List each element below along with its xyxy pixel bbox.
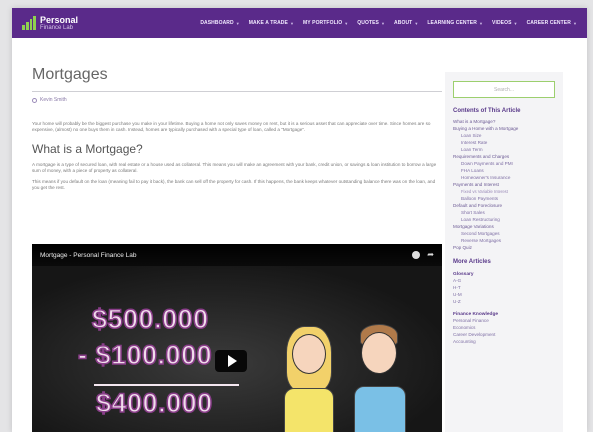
- video-amount-3: $400.000: [95, 387, 213, 419]
- user-icon: [32, 97, 37, 103]
- video-player[interactable]: $500.000 - $100.000 $400.000 Mortgage - …: [32, 244, 442, 432]
- toc-link[interactable]: Second Mortgages: [453, 230, 555, 237]
- page-title: Mortgages: [32, 66, 108, 83]
- logo-text-line1: Personal: [40, 14, 79, 25]
- toc-link[interactable]: Balloon Payments: [453, 195, 555, 202]
- toc-link[interactable]: Loan Restructuring: [453, 216, 555, 223]
- glossary-link[interactable]: H-T: [453, 284, 555, 291]
- chevron-down-icon: ▼: [380, 20, 386, 26]
- play-icon: [227, 355, 237, 367]
- browser-page: Personal Finance Lab DASHBOARD ▼ MAKE A T…: [12, 8, 587, 432]
- video-amount-1: $500.000: [91, 303, 209, 335]
- top-navigation-bar: Personal Finance Lab DASHBOARD ▼ MAKE A T…: [12, 8, 587, 38]
- share-icon[interactable]: ➦: [427, 251, 434, 259]
- nav-make-a-trade[interactable]: MAKE A TRADE ▼: [249, 20, 294, 26]
- toc-link[interactable]: Buying a Home with a Mortgage: [453, 125, 555, 132]
- toc-link[interactable]: Reverse Mortgages: [453, 237, 555, 244]
- finance-list: Personal Finance Economics Career Developm…: [453, 317, 555, 345]
- toc-link[interactable]: Homeowner's Insurance: [453, 174, 555, 181]
- chevron-down-icon: ▼: [478, 20, 484, 26]
- glossary-link[interactable]: A-G: [453, 277, 555, 284]
- toc-link[interactable]: Requirements and Charges: [453, 153, 555, 160]
- paragraph-default: This means if you default on the loan (m…: [32, 178, 436, 191]
- toc-link[interactable]: Interest Rate: [453, 139, 555, 146]
- nav-about[interactable]: ABOUT ▼: [394, 20, 418, 26]
- article-main: Mortgages Kevin Smith Your home will pro…: [32, 66, 442, 432]
- chevron-down-icon: ▼: [289, 20, 295, 26]
- section-heading: What is a Mortgage?: [32, 141, 143, 156]
- nav-my-portfolio[interactable]: MY PORTFOLIO ▼: [303, 20, 348, 26]
- finance-link[interactable]: Accounting: [453, 338, 555, 345]
- toc-heading: Contents of This Article: [453, 108, 521, 114]
- toc-link[interactable]: FHA Loans: [453, 167, 555, 174]
- man-illustration: [350, 324, 410, 432]
- nav-videos[interactable]: VIDEOS ▼: [492, 20, 518, 26]
- more-articles-heading: More Articles: [453, 259, 491, 265]
- woman-illustration: [280, 326, 340, 432]
- toc-link[interactable]: Loan Size: [453, 132, 555, 139]
- title-divider: [32, 91, 442, 92]
- toc-list: What is a Mortgage? Buying a Home with a …: [453, 118, 555, 251]
- chevron-down-icon: ▼: [235, 20, 240, 26]
- paragraph-definition: A mortgage is a type of secured loan, wi…: [32, 161, 437, 174]
- play-button[interactable]: [215, 350, 247, 372]
- toc-link[interactable]: Mortgage Variations: [453, 223, 555, 230]
- logo-text-line2: Finance Lab: [40, 24, 74, 31]
- toc-link[interactable]: Payments and Interest: [453, 181, 555, 188]
- chevron-down-icon: ▼: [344, 20, 349, 26]
- intro-paragraph: Your home will probably be the biggest p…: [32, 121, 431, 133]
- chevron-down-icon: ▼: [414, 20, 419, 26]
- glossary-list: A-G H-T U-M U-Z: [453, 277, 555, 305]
- toc-link[interactable]: Default and Foreclosure: [453, 202, 555, 209]
- toc-link[interactable]: Loan Term: [453, 146, 555, 153]
- main-nav: DASHBOARD ▼ MAKE A TRADE ▼ MY PORTFOLIO ▼ Q…: [200, 20, 577, 26]
- site-logo[interactable]: Personal Finance Lab: [22, 14, 172, 31]
- toc-link[interactable]: What is a Mortgage?: [453, 118, 555, 125]
- nav-learning-center[interactable]: LEARNING CENTER ▼: [427, 20, 483, 26]
- author-byline[interactable]: Kevin Smith: [32, 97, 442, 103]
- video-sum-line: [94, 384, 239, 386]
- nav-career-center[interactable]: CAREER CENTER ▼: [527, 20, 577, 26]
- video-amount-2: - $100.000: [77, 339, 213, 371]
- glossary-link[interactable]: U-M: [453, 291, 555, 298]
- watch-later-icon[interactable]: [412, 251, 421, 259]
- video-header: Mortgage - Personal Finance Lab ➦: [32, 244, 442, 266]
- toc-link[interactable]: Pop Quiz: [453, 244, 555, 251]
- chevron-down-icon: ▼: [572, 20, 577, 26]
- sidebar: Search... Contents of This Article What …: [445, 72, 563, 432]
- video-frame: $500.000 - $100.000 $400.000: [32, 266, 442, 432]
- logo-bars-icon: [22, 16, 36, 30]
- finance-link[interactable]: Economics: [453, 324, 555, 331]
- video-title[interactable]: Mortgage - Personal Finance Lab: [40, 252, 136, 259]
- toc-link[interactable]: Short Sales: [453, 209, 555, 216]
- finance-link[interactable]: Career Development: [453, 331, 555, 338]
- nav-dashboard[interactable]: DASHBOARD ▼: [200, 20, 239, 26]
- chevron-down-icon: ▼: [513, 20, 518, 26]
- toc-link[interactable]: Fixed vs Variable Interest: [453, 188, 555, 195]
- finance-link[interactable]: Personal Finance: [453, 317, 555, 324]
- toc-link[interactable]: Down Payments and PMI: [453, 160, 555, 167]
- search-input[interactable]: Search...: [453, 81, 555, 98]
- nav-quotes[interactable]: QUOTES ▼: [357, 20, 385, 26]
- glossary-link[interactable]: U-Z: [453, 298, 555, 305]
- author-name: Kevin Smith: [40, 97, 67, 103]
